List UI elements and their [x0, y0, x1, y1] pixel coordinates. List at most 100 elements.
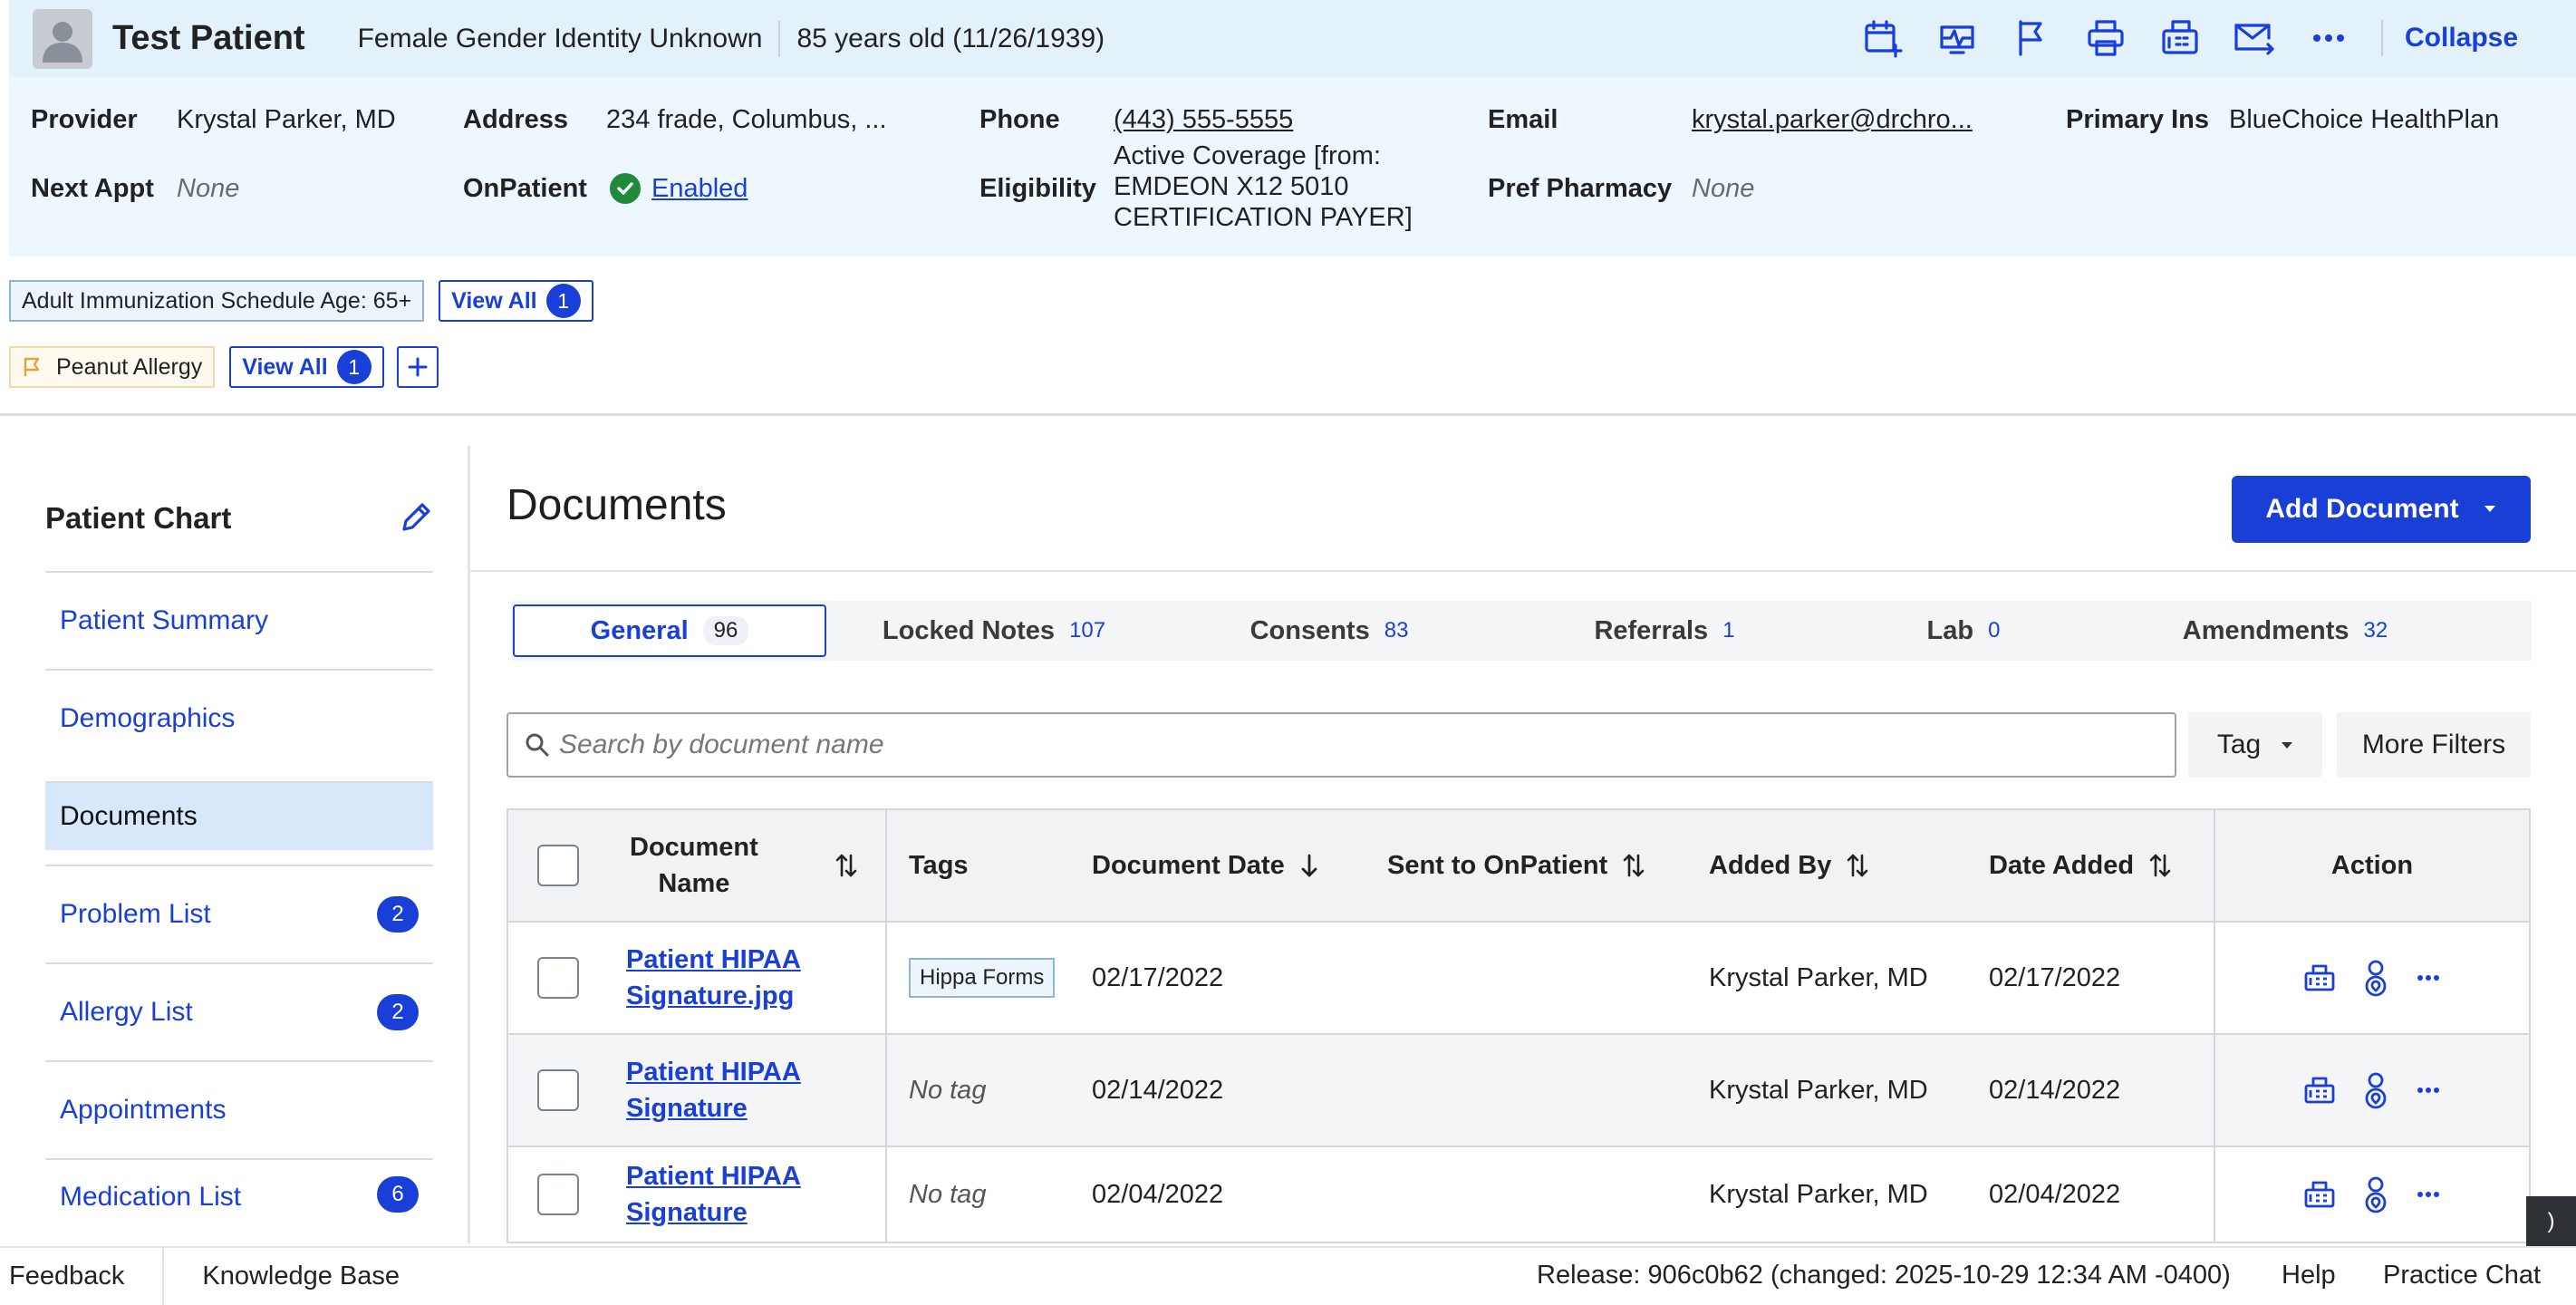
select-all-checkbox[interactable] [537, 845, 579, 886]
row-checkbox[interactable] [537, 1174, 579, 1215]
add-flag-button[interactable] [396, 346, 439, 388]
tab-amendments[interactable]: Amendments 32 [2095, 604, 2475, 657]
provider-label: Provider [31, 105, 138, 134]
knowledge-base-link[interactable]: Knowledge Base [202, 1262, 400, 1291]
sidebar-item-label: Allergy List [60, 997, 193, 1027]
sidebar-item-demographics[interactable]: Demographics [45, 669, 433, 767]
sidebar-item-problem-list[interactable]: Problem List 2 [45, 865, 433, 962]
more-icon[interactable] [2303, 13, 2354, 63]
action-cell [2215, 923, 2529, 1033]
sort-icon [835, 854, 857, 877]
pref-pharmacy-label: Pref Pharmacy [1488, 174, 1673, 203]
document-name-cell: Patient HIPAA Signature [608, 1147, 887, 1242]
tab-consents[interactable]: Consents 83 [1162, 604, 1497, 657]
arrow-down-icon [1301, 854, 1317, 877]
column-header-document-date[interactable]: Document Date [1092, 810, 1387, 921]
email-link[interactable]: krystal.parker@drchro... [1692, 104, 1973, 135]
edit-pencil-icon[interactable] [397, 500, 433, 536]
primary-ins-value: BlueChoice HealthPlan [2229, 105, 2500, 134]
sent-cell [1387, 1147, 1709, 1242]
patient-share-icon[interactable] [2360, 1175, 2391, 1213]
tab-lab[interactable]: Lab 0 [1832, 604, 2095, 657]
row-checkbox[interactable] [537, 1069, 579, 1111]
sort-icon [2149, 854, 2171, 877]
sidebar-item-allergy-list[interactable]: Allergy List 2 [45, 962, 433, 1060]
tab-referrals[interactable]: Referrals 1 [1497, 604, 1832, 657]
document-link-line: Signature [626, 1094, 748, 1123]
document-link[interactable]: Patient HIPAA Signature [626, 1054, 801, 1126]
onpatient-label: OnPatient [463, 174, 587, 203]
action-cell [2215, 1035, 2529, 1146]
fax-icon[interactable] [2155, 13, 2205, 63]
column-header-date-added[interactable]: Date Added [1989, 810, 2215, 921]
allergy-chip[interactable]: Peanut Allergy [9, 346, 216, 388]
divider [162, 1247, 165, 1305]
fax-icon[interactable] [2304, 964, 2335, 991]
immunization-view-all-button[interactable]: View All 1 [439, 280, 593, 322]
view-all-label: View All [242, 353, 328, 380]
add-document-button[interactable]: Add Document [2232, 476, 2531, 543]
print-icon[interactable] [2080, 13, 2131, 63]
calendar-plus-icon[interactable] [1857, 13, 1908, 63]
fax-icon[interactable] [2304, 1181, 2335, 1208]
document-link-line: Signature [626, 1198, 748, 1227]
column-header-sent-to-onpatient[interactable]: Sent to OnPatient [1387, 810, 1709, 921]
date-added-cell: 02/04/2022 [1989, 1147, 2215, 1242]
fax-icon[interactable] [2304, 1077, 2335, 1104]
column-header-action: Action [2330, 850, 2414, 880]
search-icon [526, 733, 549, 757]
flag-icon[interactable] [2006, 13, 2057, 63]
tags-cell: No tag [909, 1179, 987, 1209]
documents-table: Document Name Tags Document Date Sent to… [507, 808, 2531, 1243]
search-box [507, 712, 2176, 778]
sidebar-item-label: Demographics [60, 703, 236, 733]
page-title: Documents [507, 481, 727, 529]
more-icon[interactable] [2417, 1191, 2440, 1198]
collapse-button[interactable]: Collapse [2405, 23, 2518, 53]
tab-label: Referrals [1594, 615, 1709, 645]
column-header-document-name[interactable]: Document Name [608, 810, 887, 921]
tag-filter-dropdown[interactable]: Tag [2188, 712, 2322, 778]
search-input[interactable] [559, 730, 2154, 760]
phone-link[interactable]: (443) 555-5555 [1114, 104, 1293, 135]
sidebar-item-patient-summary[interactable]: Patient Summary [45, 571, 433, 669]
tab-count: 0 [1988, 618, 2001, 643]
more-icon[interactable] [2417, 1087, 2440, 1094]
table-row: Patient HIPAA Signature No tag 02/14/202… [508, 1035, 2529, 1147]
sidebar-item-appointments[interactable]: Appointments [45, 1060, 433, 1158]
patient-share-icon[interactable] [2360, 959, 2391, 997]
document-link[interactable]: Patient HIPAA Signature.jpg [626, 942, 801, 1014]
provider-value: Krystal Parker, MD [177, 105, 396, 134]
sent-cell [1387, 923, 1709, 1033]
more-icon[interactable] [2417, 974, 2440, 981]
onpatient-enabled-link[interactable]: Enabled [651, 173, 748, 204]
side-tab[interactable]: ) [2526, 1196, 2576, 1246]
row-checkbox[interactable] [537, 957, 579, 999]
more-filters-button[interactable]: More Filters [2337, 712, 2531, 778]
row-actions [2291, 1175, 2453, 1213]
tab-locked-notes[interactable]: Locked Notes 107 [826, 604, 1162, 657]
column-header-added-by[interactable]: Added By [1709, 810, 1989, 921]
date-added-cell: 02/17/2022 [1989, 923, 2215, 1033]
sidebar-item-medication-list[interactable]: Medication List 6 [45, 1158, 433, 1213]
sidebar-header: Patient Chart [45, 500, 433, 536]
document-link[interactable]: Patient HIPAA Signature [626, 1158, 801, 1231]
help-link[interactable]: Help [2282, 1261, 2336, 1290]
allergy-view-all-button[interactable]: View All 1 [229, 346, 384, 388]
tag-chip[interactable]: Hippa Forms [909, 958, 1056, 998]
feedback-link[interactable]: Feedback [9, 1262, 124, 1291]
sidebar-item-documents[interactable]: Documents [45, 781, 433, 850]
tab-count: 32 [2363, 618, 2388, 643]
added-by-cell: Krystal Parker, MD [1709, 962, 1928, 992]
person-icon [43, 21, 82, 63]
practice-chat-link[interactable]: Practice Chat [2383, 1261, 2541, 1290]
patient-name: Test Patient [112, 19, 305, 57]
row-actions [2291, 959, 2453, 997]
immunization-chip[interactable]: Adult Immunization Schedule Age: 65+ [9, 280, 425, 322]
vitals-icon[interactable] [1932, 13, 1983, 63]
mail-forward-icon[interactable] [2229, 13, 2280, 63]
tab-general[interactable]: General 96 [513, 604, 826, 657]
count-badge: 6 [377, 1176, 419, 1213]
sent-cell [1387, 1035, 1709, 1146]
patient-share-icon[interactable] [2360, 1071, 2391, 1109]
